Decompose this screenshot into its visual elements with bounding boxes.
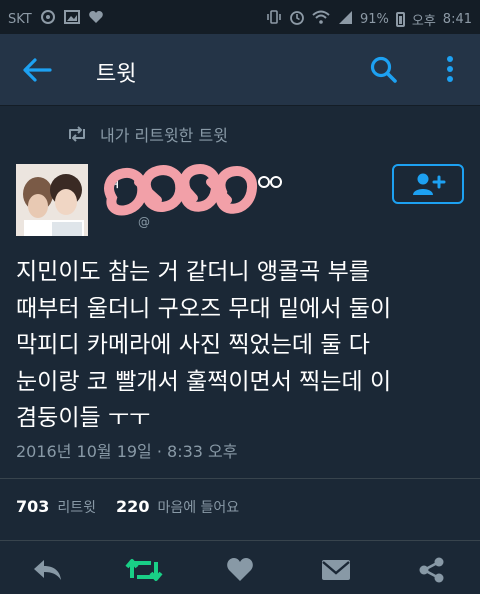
heart-icon [227,558,253,581]
back-button[interactable] [20,56,54,84]
tweet-action-bar [0,548,480,594]
heart-status-icon [88,9,104,30]
clock-time: 8:41 [442,12,472,27]
follow-button[interactable] [392,164,464,204]
signal-icon [337,9,353,30]
retweet-icon [69,126,85,142]
page-title: 트윗 [96,62,137,87]
tweet-stats: 703 리트윗 220 마음에 들어요 [16,497,259,517]
redacted-username: ㅋ @ [98,152,288,232]
retweet-icon [125,559,163,581]
like-count-label[interactable]: 마음에 들어요 [157,497,239,517]
sync-icon [40,9,56,30]
tweet-line: 지민이도 참는 거 같더니 앵콜곡 부를 [16,259,370,285]
envelope-icon [322,560,350,580]
direct-message-button[interactable] [320,556,352,584]
search-icon [370,56,397,83]
retweet-context-label: 내가 리트윗한 트윗 [100,126,228,145]
arrow-left-icon [23,58,52,82]
battery-icon [395,12,405,27]
avatar[interactable] [16,164,88,236]
tweet-line: 막피디 카메라에 사진 찍었는데 둘 다 [16,332,370,358]
reply-icon [34,560,61,580]
tweet-line: 때부터 울더니 구오즈 무대 밑에서 둘이 [16,295,392,322]
status-bar: SKT 91% 오후 8:41 [0,0,480,34]
alarm-icon [289,9,305,30]
divider [0,540,480,541]
like-button[interactable] [224,556,256,584]
carrier-label: SKT [8,12,32,27]
divider [0,478,480,479]
tweet-line: 눈이랑 코 빨개서 훌쩍이면서 찍는데 이 [16,368,392,395]
retweet-context: 내가 리트윗한 트윗 [66,122,228,146]
tweet-line: 겸둥이들 ㅜㅜ [16,405,151,431]
share-button[interactable] [416,556,448,584]
profile-photo [16,164,88,236]
retweet-button[interactable] [124,556,164,584]
search-button[interactable] [368,54,400,86]
more-options-button[interactable] [438,54,462,86]
share-icon [419,557,444,583]
image-icon [63,9,80,30]
vibrate-icon [266,9,282,30]
like-count[interactable]: 220 [116,497,149,516]
app-bar: 트윗 [0,34,480,106]
tweet-timestamp: 2016년 10월 19일 · 8:33 오후 [16,442,238,461]
wifi-icon [312,9,330,30]
battery-percent: 91% [359,12,389,27]
retweet-count[interactable]: 703 [16,497,49,516]
time-period: 오후 [411,14,436,29]
retweet-count-label[interactable]: 리트윗 [57,497,96,517]
svg-text:@: @ [138,215,150,229]
add-user-icon [413,173,446,195]
more-vertical-icon [447,56,453,82]
reply-button[interactable] [32,556,64,584]
tweet-text: 지민이도 참는 거 같더니 앵콜곡 부를 때부터 울더니 구오즈 무대 밑에서 … [16,254,456,437]
